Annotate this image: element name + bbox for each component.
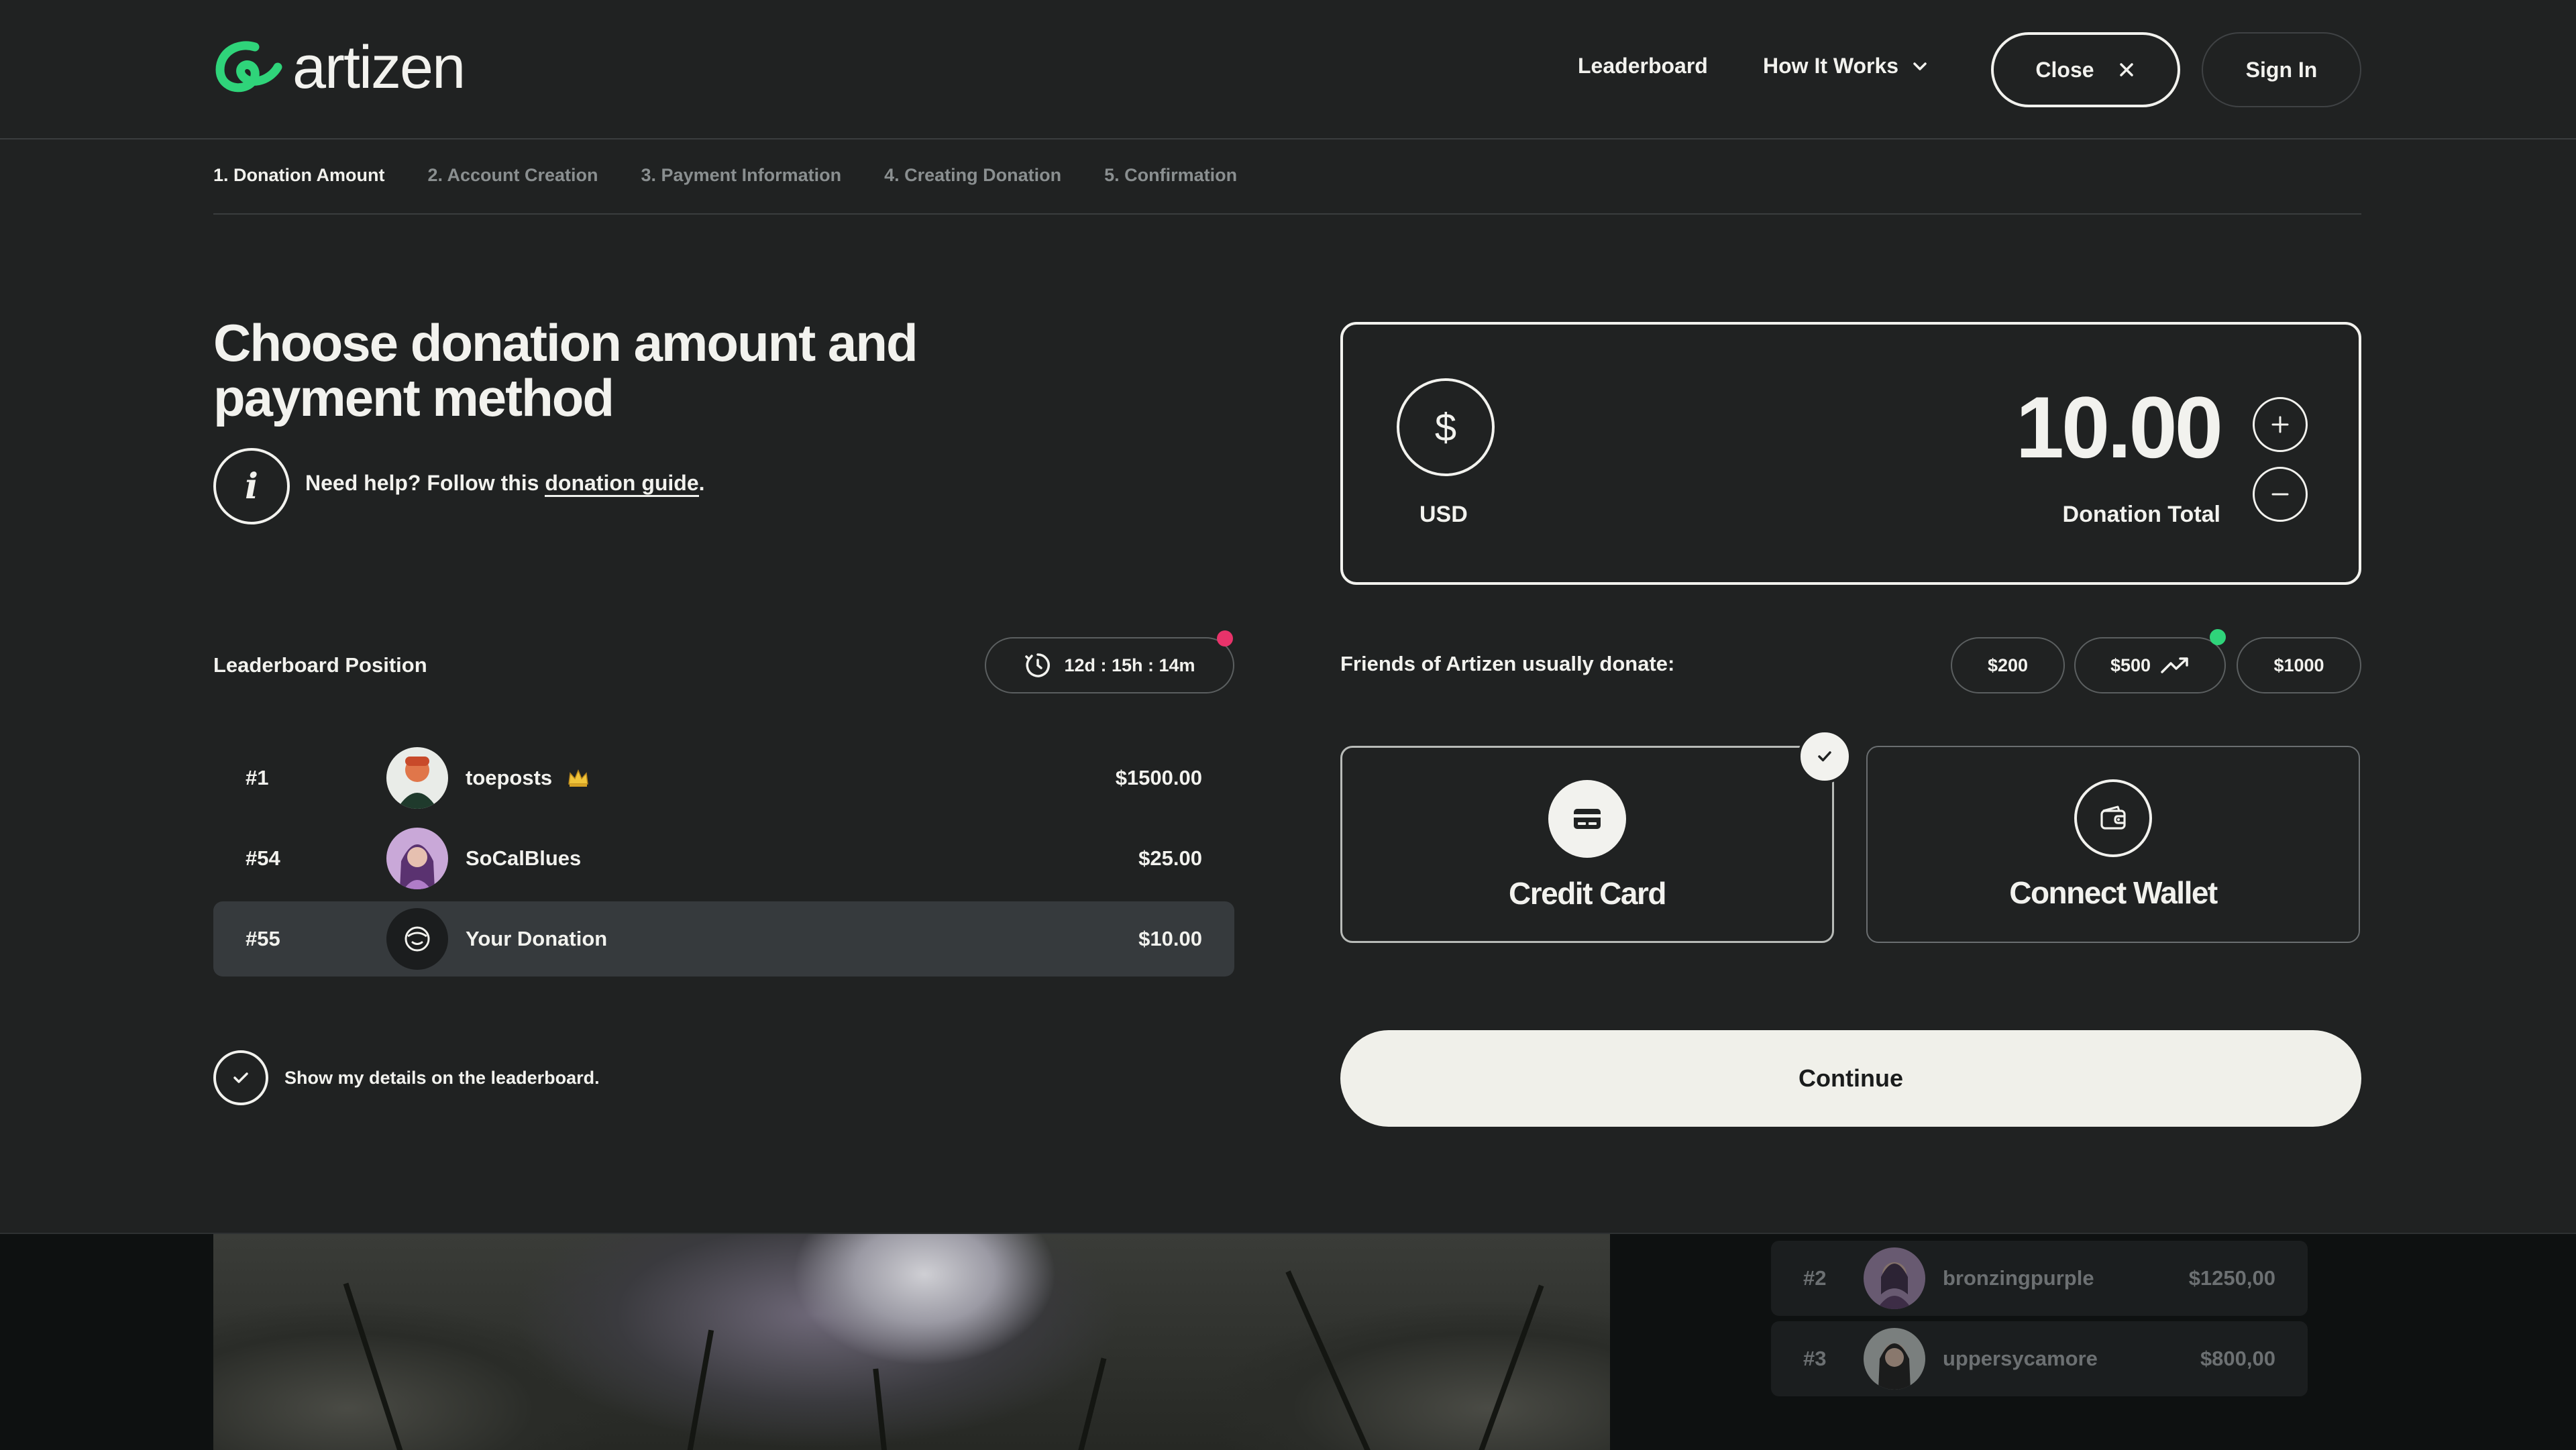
- help-suffix: .: [698, 471, 705, 495]
- chevron-down-icon: [1913, 62, 1927, 70]
- donation-amount: $25.00: [1138, 846, 1202, 870]
- anonymous-avatar: [386, 908, 448, 970]
- donation-total-label: Donation Total: [2062, 502, 2220, 527]
- divider: [213, 213, 2361, 215]
- close-button[interactable]: Close: [1991, 32, 2180, 107]
- anonymous-face-icon: [405, 926, 430, 952]
- brand-name: artizen: [292, 34, 466, 101]
- trending-dot: [2210, 629, 2226, 645]
- help-text: Need help? Follow this donation guide.: [305, 471, 705, 497]
- rank: #55: [246, 927, 280, 950]
- suggested-amount-500[interactable]: $500: [2074, 637, 2226, 693]
- countdown-value: 12d : 15h : 14m: [1064, 655, 1195, 675]
- donation-amount: $10.00: [1138, 927, 1202, 950]
- username-label: SoCalBlues: [466, 846, 582, 870]
- checkmark-icon: [233, 1072, 248, 1083]
- credit-card-icon: [1574, 809, 1601, 829]
- show-details-checkbox[interactable]: [213, 1050, 268, 1105]
- payment-method-connect-wallet[interactable]: Connect Wallet: [1866, 746, 2360, 943]
- step-payment-information[interactable]: 3. Payment Information: [641, 165, 842, 186]
- minus-icon: [2271, 493, 2289, 496]
- background-leaderboard-row: #3 uppersycamore $800,00: [1771, 1321, 2308, 1396]
- nav-how-it-works-label: How It Works: [1763, 54, 1899, 78]
- page-title: Choose donation amount and payment metho…: [213, 315, 1018, 425]
- close-icon: [2119, 63, 2133, 76]
- donation-amount-input[interactable]: 10.00: [2016, 384, 2223, 471]
- timer-icon: [1025, 653, 1051, 677]
- sign-in-button-label: Sign In: [2245, 57, 2318, 82]
- sign-in-button[interactable]: Sign In: [2202, 32, 2361, 107]
- dollar-icon: $: [1397, 378, 1495, 476]
- avatar: [386, 747, 448, 809]
- avatar: [1864, 1247, 1925, 1309]
- background-leaderboard-row: #2 bronzingpurple $1250,00: [1771, 1241, 2308, 1316]
- wallet-icon: [2100, 805, 2126, 830]
- nav-leaderboard-label: Leaderboard: [1578, 54, 1708, 78]
- payment-method-label: Credit Card: [1509, 876, 1666, 911]
- checkout-steps: 1. Donation Amount 2. Account Creation 3…: [213, 165, 1237, 186]
- rank: #54: [246, 846, 280, 870]
- suggested-amount-label: $200: [1987, 655, 2029, 675]
- trending-up-icon: [2161, 657, 2188, 673]
- artizen-logo[interactable]: artizen: [213, 34, 466, 101]
- countdown-timer: 12d : 15h : 14m: [985, 637, 1234, 693]
- info-icon: i: [213, 448, 290, 524]
- decrement-button[interactable]: [2253, 467, 2308, 522]
- page-title-line: payment method: [213, 368, 614, 427]
- credit-card-icon-badge: [1548, 780, 1626, 858]
- username: toeposts: [466, 766, 590, 790]
- continue-button-label: Continue: [1799, 1064, 1903, 1092]
- username-label: Your Donation: [466, 927, 608, 950]
- crown-icon: [568, 769, 589, 787]
- nav-how-it-works[interactable]: How It Works: [1763, 54, 1929, 78]
- leaderboard-row-self: #55 Your Donation $10.00: [213, 901, 1234, 977]
- suggested-amount-label: $1000: [2273, 655, 2324, 675]
- plus-icon: [2271, 416, 2289, 433]
- username: uppersycamore: [1943, 1347, 2098, 1370]
- step-creating-donation[interactable]: 4. Creating Donation: [884, 165, 1061, 186]
- wallet-icon-badge: [2074, 779, 2152, 857]
- close-button-label: Close: [2035, 57, 2094, 82]
- selected-checkmark-icon: [1798, 730, 1851, 783]
- username: bronzingpurple: [1943, 1266, 2094, 1290]
- donation-amount-card: $ USD 10.00 Donation Total: [1340, 322, 2361, 585]
- top-navbar: artizen Leaderboard How It Works Close S…: [0, 0, 2576, 140]
- step-confirmation[interactable]: 5. Confirmation: [1104, 165, 1237, 186]
- donation-amount: $1500.00: [1115, 766, 1202, 789]
- rank: #1: [246, 766, 269, 789]
- help-prefix: Need help? Follow this: [305, 471, 539, 495]
- avatar: [1864, 1328, 1925, 1390]
- suggested-amount-200[interactable]: $200: [1951, 637, 2065, 693]
- username: Your Donation: [466, 927, 607, 951]
- suggested-amount-label: $500: [2110, 655, 2151, 675]
- increment-button[interactable]: [2253, 397, 2308, 452]
- username: SoCalBlues: [466, 846, 581, 871]
- suggested-amount-1000[interactable]: $1000: [2237, 637, 2361, 693]
- donation-guide-link[interactable]: donation guide: [545, 471, 699, 497]
- continue-button[interactable]: Continue: [1340, 1030, 2361, 1127]
- username-label: toeposts: [466, 766, 553, 789]
- currency-label: USD: [1419, 502, 1468, 527]
- payment-method-label: Connect Wallet: [2009, 875, 2218, 910]
- step-account-creation[interactable]: 2. Account Creation: [427, 165, 598, 186]
- payment-method-credit-card[interactable]: Credit Card: [1340, 746, 1834, 943]
- rank: #3: [1803, 1347, 1827, 1370]
- notification-dot: [1217, 630, 1233, 647]
- leaderboard-title: Leaderboard Position: [213, 653, 427, 677]
- donation-amount: $1250,00: [2188, 1266, 2275, 1290]
- artizen-logo-mark: [215, 41, 282, 93]
- currency-symbol: $: [1434, 405, 1457, 449]
- background-artwork: [213, 1234, 1610, 1450]
- show-details-label[interactable]: Show my details on the leaderboard.: [284, 1068, 600, 1089]
- donation-amount: $800,00: [2200, 1347, 2275, 1370]
- avatar: [386, 828, 448, 889]
- leaderboard-row: #1 toeposts $1500.00: [213, 740, 1234, 816]
- step-donation-amount[interactable]: 1. Donation Amount: [213, 165, 384, 186]
- nav-leaderboard[interactable]: Leaderboard: [1578, 54, 1708, 78]
- page-title-line: Choose donation amount and: [213, 313, 918, 372]
- suggested-amounts-label: Friends of Artizen usually donate:: [1340, 652, 1675, 675]
- rank: #2: [1803, 1266, 1827, 1290]
- leaderboard-row: #54 SoCalBlues $25.00: [213, 821, 1234, 896]
